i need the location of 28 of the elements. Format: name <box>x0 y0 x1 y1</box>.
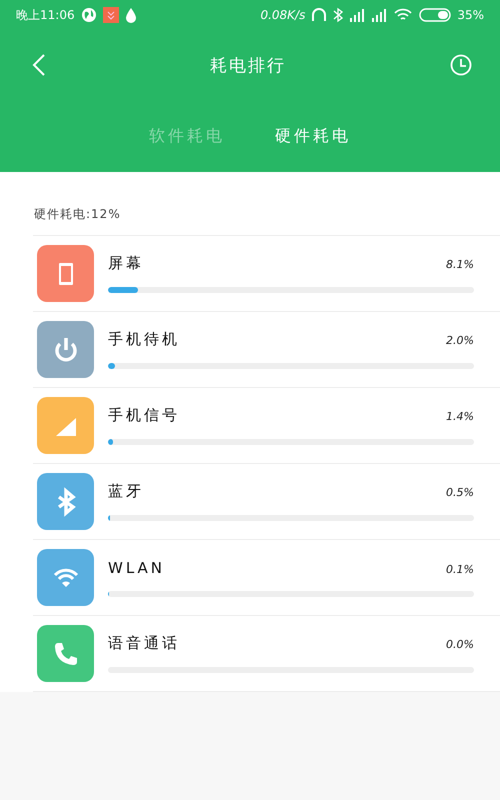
history-button[interactable] <box>448 52 474 78</box>
tab[interactable]: 硬件耗电 <box>273 122 353 151</box>
summary-text: 硬件耗电:12% <box>33 172 500 236</box>
bluetooth-icon <box>333 7 344 23</box>
item-name: 手机待机 <box>108 330 180 349</box>
globe-icon <box>80 7 97 23</box>
item-percentage: 0.0% <box>446 638 474 651</box>
item-percentage: 0.1% <box>446 562 474 576</box>
headphones-icon <box>311 7 328 23</box>
battery-icon <box>419 8 452 22</box>
app-notification-icon <box>102 7 119 23</box>
item-name: WLAN <box>108 558 166 576</box>
signal-icon <box>349 8 366 22</box>
item-name: 屏幕 <box>108 254 144 273</box>
page-title: 耗电排行 <box>210 54 286 76</box>
item-percentage: 1.4% <box>446 410 474 423</box>
item-name: 语音通话 <box>108 634 180 653</box>
network-speed: 0.08K/s <box>260 8 306 22</box>
item-percentage: 2.0% <box>446 334 474 347</box>
item-name: 手机信号 <box>108 406 180 425</box>
item-percentage: 8.1% <box>446 258 474 271</box>
item-name: 蓝牙 <box>108 482 144 501</box>
battery-percentage: 35% <box>457 8 484 22</box>
signal-icon <box>371 8 388 22</box>
tab[interactable]: 软件耗电 <box>147 122 227 151</box>
drop-icon <box>124 7 137 23</box>
status-time: 晚上11:06 <box>16 6 75 24</box>
item-percentage: 0.5% <box>446 486 474 499</box>
